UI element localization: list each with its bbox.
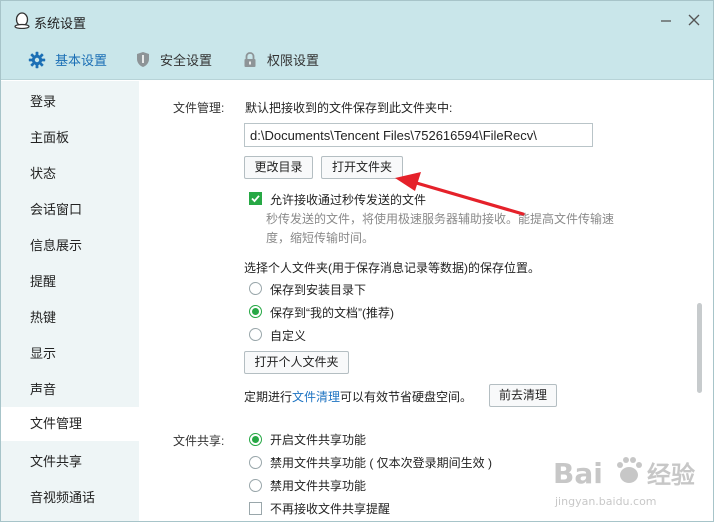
disable-file-sharing-label: 禁用文件共享功能 — [270, 479, 367, 493]
sidebar-item-hotkeys[interactable]: 热键 — [1, 303, 139, 333]
tab-basic-settings[interactable]: 基本设置 — [28, 39, 107, 80]
baidu-jingyan-watermark-icon: Bai 经验 jingyan.baidu.com — [553, 457, 695, 508]
disable-file-sharing-radio[interactable] — [249, 479, 262, 492]
tab-label: 安全设置 — [160, 53, 213, 68]
enable-file-sharing-radio[interactable] — [249, 433, 262, 446]
sidebar-item-sound[interactable]: 声音 — [1, 375, 139, 405]
no-sharing-reminder-checkbox[interactable] — [249, 502, 262, 515]
file-sharing-section-label: 文件共享: — [173, 434, 225, 448]
sidebar-item-file-sharing[interactable]: 文件共享 — [1, 447, 139, 477]
change-directory-button[interactable]: 更改目录 — [244, 156, 313, 179]
save-to-install-dir-radio[interactable] — [249, 282, 262, 295]
lock-icon — [244, 52, 256, 67]
save-to-my-documents-label: 保存到“我的文档”(推荐) — [270, 306, 394, 320]
shield-icon — [137, 52, 149, 67]
qq-penguin-icon — [14, 12, 30, 29]
minimize-icon[interactable] — [657, 11, 675, 29]
tab-label: 基本设置 — [55, 53, 108, 68]
sidebar-item-main-panel[interactable]: 主面板 — [1, 123, 139, 153]
sidebar-item-file-management[interactable]: 文件管理 — [1, 407, 139, 441]
open-personal-folder-button[interactable]: 打开个人文件夹 — [244, 351, 349, 374]
watermark-brand: Bai — [553, 457, 603, 490]
sidebar-item-status[interactable]: 状态 — [1, 159, 139, 189]
save-to-my-documents-radio[interactable] — [249, 305, 262, 318]
settings-sidebar: 登录 主面板 状态 会话窗口 信息展示 提醒 热键 显示 声音 文件管理 文件共… — [1, 81, 139, 521]
allow-fast-transfer-checkbox[interactable] — [249, 192, 262, 205]
sidebar-item-display[interactable]: 显示 — [1, 339, 139, 369]
window-title: 系统设置 — [34, 16, 87, 31]
tab-label: 权限设置 — [267, 53, 320, 68]
content-scrollbar[interactable] — [697, 303, 702, 393]
cleanup-prefix: 定期进行 — [244, 390, 293, 404]
sidebar-item-reminder[interactable]: 提醒 — [1, 267, 139, 297]
tab-permission-settings[interactable]: 权限设置 — [242, 39, 319, 80]
sidebar-item-chat-window[interactable]: 会话窗口 — [1, 195, 139, 225]
file-cleanup-link[interactable]: 文件清理 — [292, 390, 340, 404]
no-sharing-reminder-label: 不再接收文件共享提醒 — [270, 502, 391, 516]
personal-folder-description: 选择个人文件夹(用于保存消息记录等数据)的保存位置。 — [244, 261, 540, 275]
cleanup-text: 定期进行文件清理可以有效节省硬盘空间。 — [244, 388, 472, 405]
disable-sharing-session-radio[interactable] — [249, 456, 262, 469]
go-cleanup-button[interactable]: 前去清理 — [489, 384, 557, 407]
cleanup-suffix: 可以有效节省硬盘空间。 — [340, 390, 473, 404]
watermark-brand-2: 经验 — [647, 461, 695, 489]
settings-tab-bar: 基本设置 安全设置 权限设置 — [1, 39, 713, 80]
checkmark-icon — [251, 195, 260, 203]
custom-location-radio[interactable] — [249, 328, 262, 341]
gear-icon — [28, 51, 46, 68]
sidebar-item-av-call[interactable]: 音视频通话 — [1, 483, 139, 513]
sidebar-item-login[interactable]: 登录 — [1, 87, 139, 117]
sidebar-item-info-display[interactable]: 信息展示 — [1, 231, 139, 261]
file-management-section-label: 文件管理: — [173, 101, 225, 115]
watermark-url: jingyan.baidu.com — [554, 495, 657, 508]
settings-window: 系统设置 基本设置 安全设置 权限设置 登录 主面板 状态 会话窗口 信息展示 … — [0, 0, 714, 522]
custom-location-label: 自定义 — [270, 329, 307, 343]
tab-security-settings[interactable]: 安全设置 — [135, 39, 212, 80]
receive-folder-path-input[interactable] — [244, 123, 593, 147]
close-icon[interactable] — [685, 11, 703, 29]
enable-file-sharing-label: 开启文件共享功能 — [270, 433, 367, 447]
save-folder-description: 默认把接收到的文件保存到此文件夹中: — [245, 101, 453, 115]
annotation-arrow-icon — [395, 172, 525, 216]
disable-sharing-session-label: 禁用文件共享功能 ( 仅本次登录期间生效 ) — [270, 456, 492, 470]
save-to-install-dir-label: 保存到安装目录下 — [270, 283, 367, 297]
title-bar: 系统设置 — [1, 1, 713, 39]
